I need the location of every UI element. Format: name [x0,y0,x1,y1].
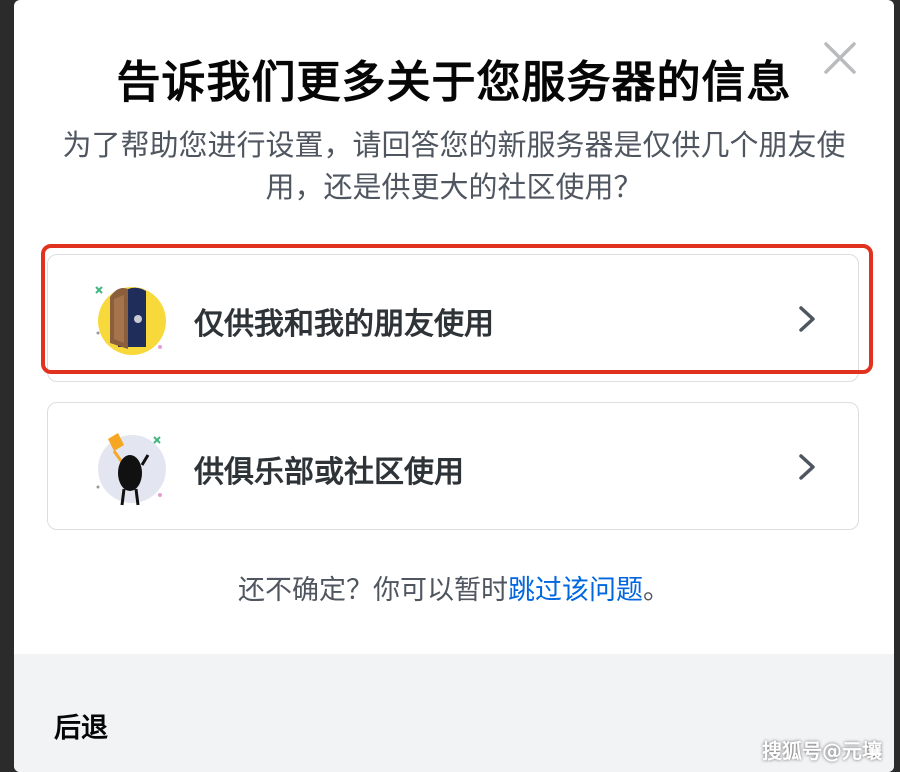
skip-hint: 还不确定？你可以暂时跳过该问题。 [14,568,894,607]
modal-title: 告诉我们更多关于您服务器的信息 [116,57,792,108]
chevron-right-icon [799,454,815,480]
flag-character-illustration-icon [96,433,166,506]
skip-question-link[interactable]: 跳过该问题 [508,575,643,606]
modal-subtitle: 为了帮助您进行设置，请回答您的新服务器是仅供几个朋友使用，还是供更大的社区使用？ [62,128,846,204]
back-button[interactable]: 后退 [54,706,108,745]
chevron-right-icon [799,306,815,332]
skip-hint-suffix: 。 [643,575,670,606]
create-server-modal: 告诉我们更多关于您服务器的信息 为了帮助您进行设置，请回答您的新服务器是仅供几个… [14,0,894,772]
watermark: 搜狐号@元壤 [762,739,882,763]
option-community-label: 供俱乐部或社区使用 [194,455,464,490]
door-illustration-icon [95,286,166,355]
option-friends-label: 仅供我和我的朋友使用 [194,307,494,342]
option-community[interactable]: 供俱乐部或社区使用 [47,402,859,530]
option-friends[interactable]: 仅供我和我的朋友使用 [47,254,859,382]
skip-hint-prefix: 还不确定？你可以暂时 [238,575,508,606]
